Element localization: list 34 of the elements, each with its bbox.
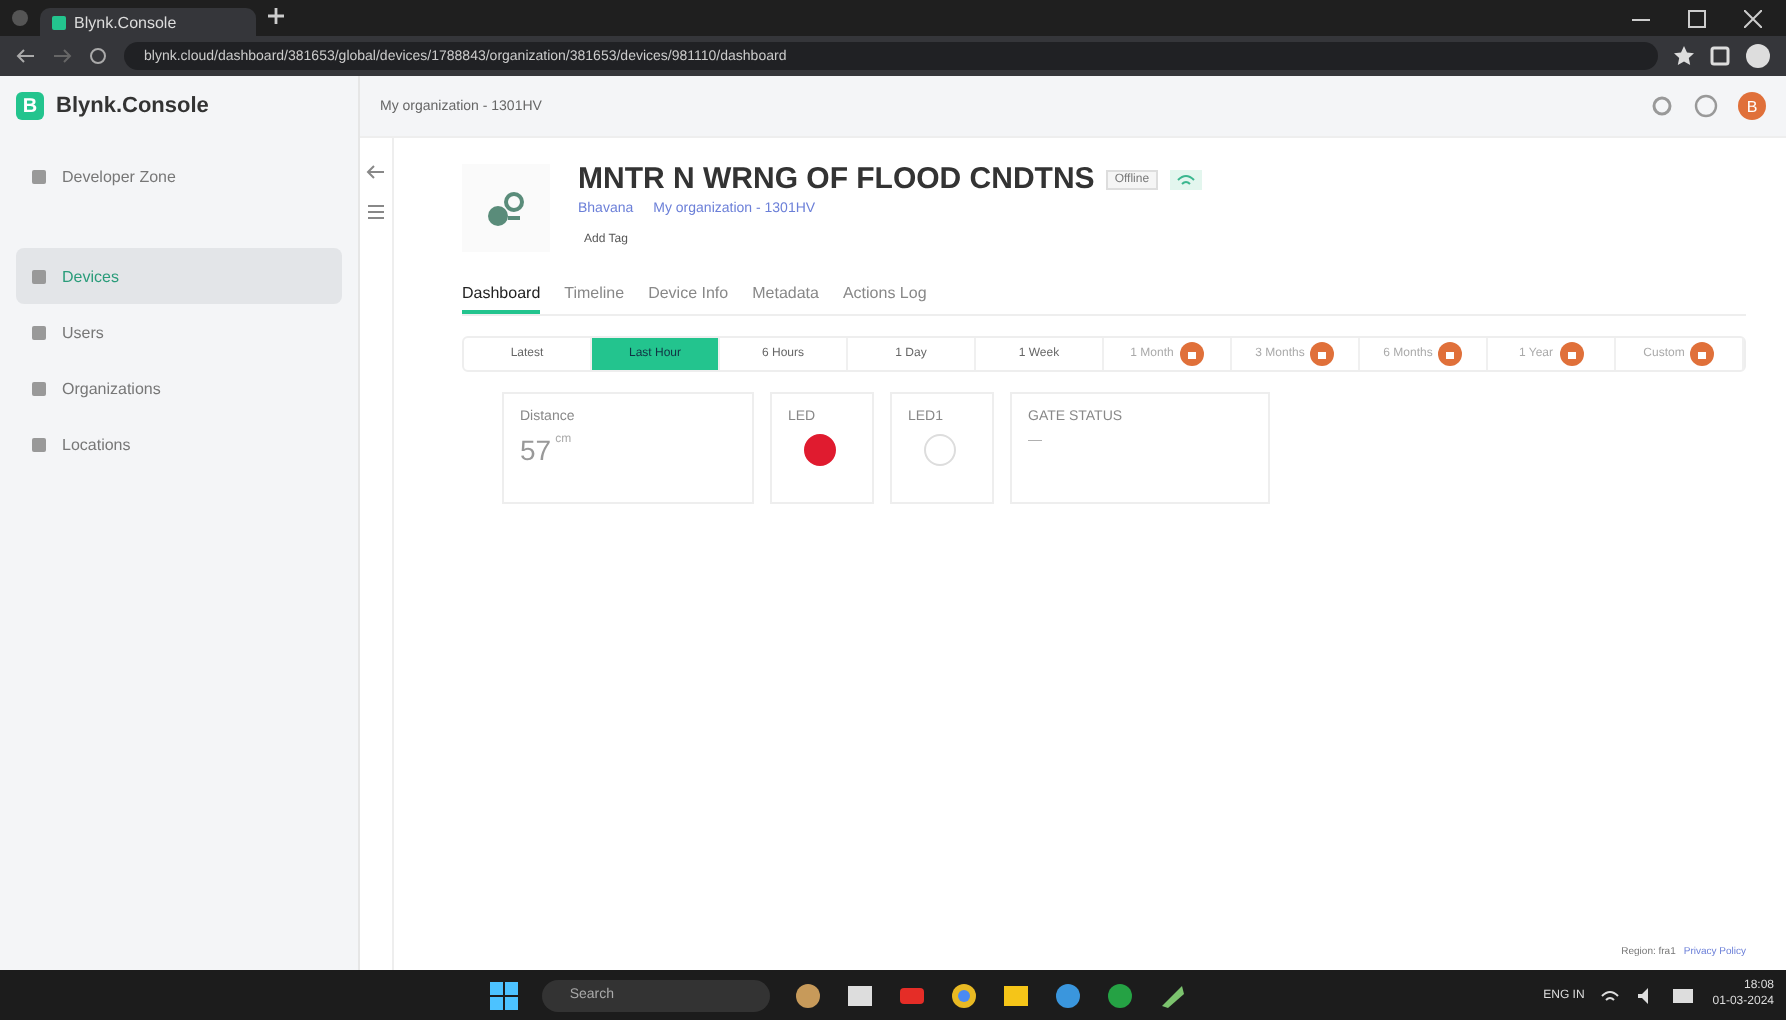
menu-icon[interactable]: [366, 202, 386, 222]
sidebar-item[interactable]: Users: [16, 304, 342, 360]
back-icon[interactable]: [16, 46, 36, 66]
taskbar-app-icon[interactable]: [1105, 981, 1134, 1009]
user-avatar[interactable]: B: [1738, 92, 1766, 120]
wifi-icon[interactable]: [1600, 985, 1621, 1005]
tab[interactable]: Timeline: [564, 276, 625, 314]
taskbar-app-icon[interactable]: [949, 981, 978, 1009]
taskbar-app-icon[interactable]: [1157, 981, 1186, 1009]
windows-start-icon[interactable]: [489, 981, 518, 1009]
wifi-icon: [1169, 169, 1202, 189]
widget-value: 57: [520, 434, 552, 466]
logo-icon: B: [16, 92, 44, 120]
reload-icon[interactable]: [88, 46, 108, 66]
back-icon[interactable]: [366, 162, 386, 182]
browser-tab[interactable]: Blynk.Console: [40, 8, 257, 36]
tab[interactable]: Actions Log: [842, 276, 927, 314]
sidebar-item[interactable]: Devices: [16, 248, 342, 304]
profile-icon[interactable]: [1746, 44, 1770, 68]
app-logo: Blynk.Console: [56, 94, 209, 118]
tab[interactable]: Metadata: [752, 276, 819, 314]
taskbar-app-icon[interactable]: [845, 981, 874, 1009]
battery-icon[interactable]: [1672, 987, 1697, 1003]
sidebar-item[interactable]: Organizations: [16, 360, 342, 416]
sidebar-item[interactable]: Developer Zone: [16, 148, 342, 204]
taskbar-app-icon[interactable]: [1053, 981, 1082, 1009]
device-name: MNTR N WRNG OF FLOOD CNDTNS: [578, 162, 1095, 196]
new-tab-icon[interactable]: [268, 8, 285, 28]
tab[interactable]: Dashboard: [462, 276, 541, 314]
sidebar-item[interactable]: Locations: [16, 416, 342, 472]
taskbar-app-icon[interactable]: [793, 981, 822, 1009]
taskbar-app-icon[interactable]: [1001, 981, 1030, 1009]
tab[interactable]: Device Info: [648, 276, 729, 314]
star-icon[interactable]: [1674, 46, 1694, 66]
